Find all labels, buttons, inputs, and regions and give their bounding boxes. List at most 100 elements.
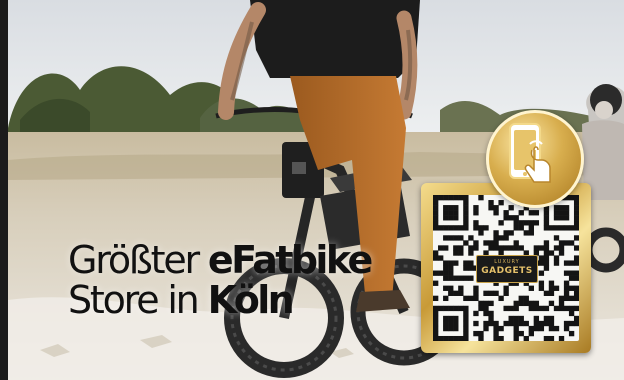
qr-module [508, 315, 514, 322]
qr-module [448, 195, 454, 201]
qr-module [448, 305, 454, 312]
qr-module [543, 335, 550, 342]
qr-module [463, 330, 469, 337]
qr-module [463, 310, 469, 317]
qr-module [563, 205, 570, 211]
qr-module [573, 220, 580, 226]
qr-module [503, 215, 509, 221]
qr-module [473, 330, 479, 337]
qr-module [563, 320, 570, 327]
qr-module [503, 290, 509, 296]
qr-module [503, 245, 509, 251]
qr-module [478, 225, 484, 231]
qr-module [543, 220, 550, 226]
qr-module [543, 290, 550, 296]
qr-module [443, 295, 449, 302]
qr-module [563, 290, 570, 296]
qr-module [443, 195, 449, 201]
qr-module [503, 285, 509, 291]
qr-module [473, 295, 479, 302]
qr-module [463, 205, 469, 211]
qr-module [498, 220, 504, 226]
qr-module [433, 320, 439, 327]
qr-module [463, 265, 469, 271]
qr-module [453, 315, 459, 322]
qr-module [528, 325, 534, 332]
qr-module [483, 290, 489, 296]
qr-module [548, 335, 555, 342]
qr-module [518, 210, 524, 216]
qr-module [528, 210, 534, 216]
qr-module [533, 300, 540, 307]
qr-module [573, 315, 580, 322]
qr-module [453, 195, 459, 201]
qr-module [438, 270, 444, 276]
qr-module [483, 305, 489, 312]
headline-line-1-regular: Größter [68, 238, 200, 282]
qr-module [553, 205, 560, 211]
qr-module [483, 225, 489, 231]
qr-module [473, 320, 479, 327]
qr-module [513, 240, 519, 246]
qr-module [493, 235, 499, 241]
qr-module [563, 210, 570, 216]
qr-module [458, 195, 464, 201]
qr-module [463, 210, 469, 216]
qr-module [433, 215, 439, 221]
qr-module [553, 285, 560, 291]
phone-tap-badge [486, 110, 584, 208]
qr-module [543, 255, 550, 261]
qr-module [453, 210, 459, 216]
qr-module [453, 250, 459, 256]
qr-module [488, 240, 494, 246]
qr-module [433, 280, 439, 286]
qr-module [523, 220, 529, 226]
qr-module [448, 235, 454, 241]
qr-module [448, 320, 454, 327]
qr-module [558, 245, 565, 251]
qr-module [553, 260, 560, 266]
qr-module [453, 215, 459, 221]
qr-module [563, 285, 570, 291]
qr-module [448, 205, 454, 211]
qr-module [543, 245, 550, 251]
qr-module [573, 215, 580, 221]
qr-code[interactable]: LUXURY GADGETS [433, 195, 580, 342]
qr-module [538, 270, 545, 276]
qr-module [458, 305, 464, 312]
qr-module [543, 320, 550, 327]
qr-module [528, 225, 534, 231]
qr-module [513, 305, 519, 312]
qr-module [553, 210, 560, 216]
qr-module [473, 205, 479, 211]
qr-module [443, 270, 449, 276]
qr-module [518, 315, 524, 322]
qr-module [563, 260, 570, 266]
qr-module [473, 225, 479, 231]
qr-module [528, 305, 534, 312]
qr-module [513, 325, 519, 332]
qr-module [448, 290, 454, 296]
qr-module [563, 240, 570, 246]
qr-module [553, 245, 560, 251]
qr-module [438, 225, 444, 231]
qr-module [438, 195, 444, 201]
qr-module [573, 320, 580, 327]
qr-code-frame[interactable]: LUXURY GADGETS [421, 183, 591, 353]
qr-module [508, 320, 514, 327]
qr-module [433, 210, 439, 216]
qr-module [453, 245, 459, 251]
qr-module [433, 255, 439, 261]
qr-module [448, 335, 454, 342]
qr-module [468, 250, 474, 256]
qr-module [443, 335, 449, 342]
qr-logo-top-text: LUXURY [494, 259, 520, 265]
qr-module [548, 325, 555, 332]
qr-module [443, 235, 449, 241]
qr-module [493, 330, 499, 337]
qr-module [573, 305, 580, 312]
qr-module [573, 275, 580, 281]
qr-module [523, 335, 529, 342]
headline-line-2: Store in Köln [68, 280, 428, 320]
headline-line-1-bold: eFatbike [207, 238, 373, 282]
